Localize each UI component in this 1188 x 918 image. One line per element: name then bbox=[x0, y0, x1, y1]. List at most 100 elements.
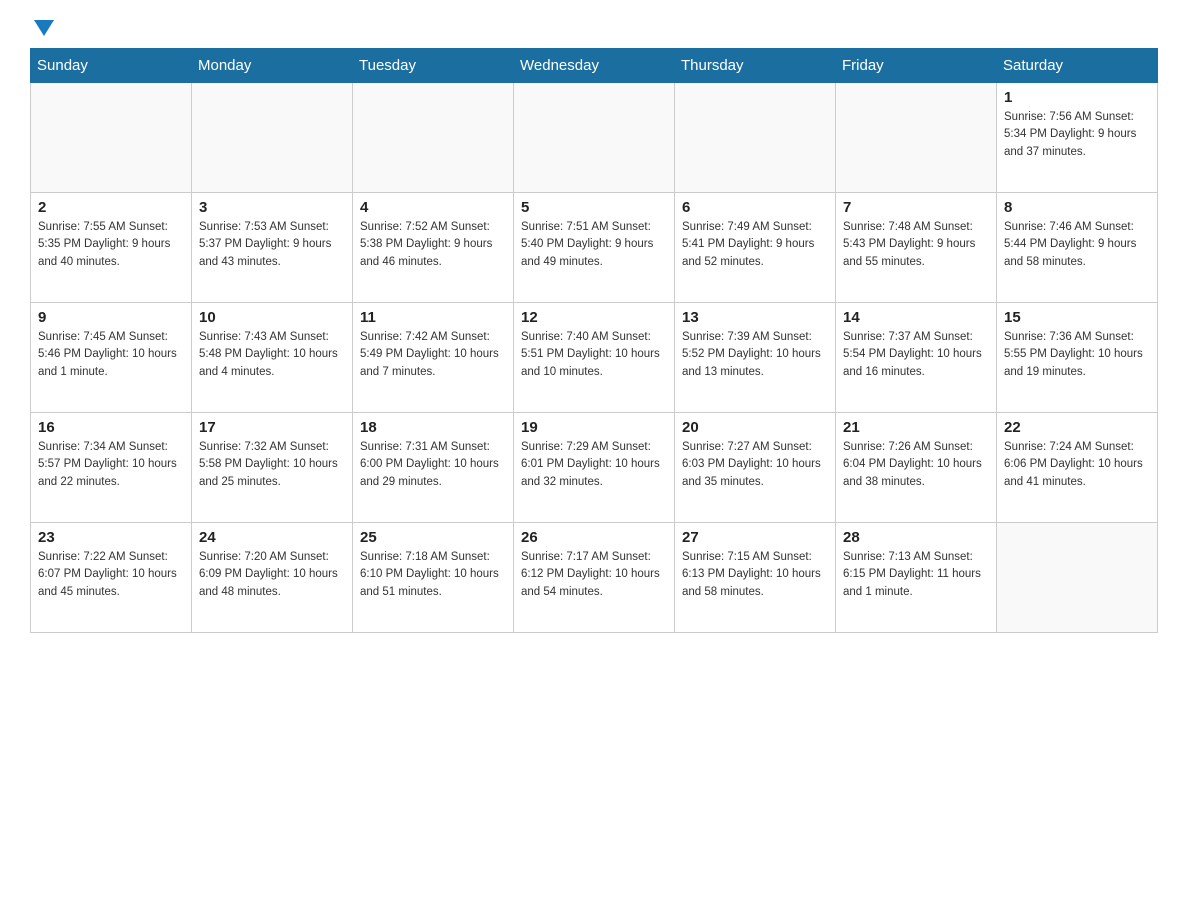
calendar-cell: 18 Sunrise: 7:31 AM Sunset: 6:00 PM Dayli… bbox=[353, 413, 514, 523]
day-detail: Sunrise: 7:24 AM Sunset: 6:06 PM Dayligh… bbox=[1004, 439, 1150, 491]
day-number: 4 bbox=[360, 199, 506, 216]
calendar-cell bbox=[514, 83, 675, 193]
day-number: 1 bbox=[1004, 89, 1150, 106]
day-number: 13 bbox=[682, 309, 828, 326]
calendar-week-1: 1 Sunrise: 7:56 AM Sunset: 5:34 PM Daylig… bbox=[31, 83, 1158, 193]
calendar-cell: 7 Sunrise: 7:48 AM Sunset: 5:43 PM Daylig… bbox=[836, 193, 997, 303]
calendar-cell: 14 Sunrise: 7:37 AM Sunset: 5:54 PM Dayli… bbox=[836, 303, 997, 413]
calendar-cell: 5 Sunrise: 7:51 AM Sunset: 5:40 PM Daylig… bbox=[514, 193, 675, 303]
day-number: 8 bbox=[1004, 199, 1150, 216]
calendar-week-3: 9Sunrise: 7:45 AM Sunset: 5:46 PM Daylig… bbox=[31, 303, 1158, 413]
day-detail: Sunrise: 7:53 AM Sunset: 5:37 PM Dayligh… bbox=[199, 219, 345, 271]
weekday-header-friday: Friday bbox=[836, 49, 997, 83]
day-number: 17 bbox=[199, 419, 345, 436]
calendar-table: SundayMondayTuesdayWednesdayThursdayFrid… bbox=[30, 48, 1158, 633]
day-number: 2 bbox=[38, 199, 184, 216]
calendar-cell: 17 Sunrise: 7:32 AM Sunset: 5:58 PM Dayli… bbox=[192, 413, 353, 523]
day-detail: Sunrise: 7:36 AM Sunset: 5:55 PM Dayligh… bbox=[1004, 329, 1150, 381]
day-detail: Sunrise: 7:13 AM Sunset: 6:15 PM Dayligh… bbox=[843, 549, 989, 601]
logo bbox=[30, 20, 54, 38]
day-number: 22 bbox=[1004, 419, 1150, 436]
day-number: 16 bbox=[38, 419, 184, 436]
day-detail: Sunrise: 7:29 AM Sunset: 6:01 PM Dayligh… bbox=[521, 439, 667, 491]
calendar-cell bbox=[997, 523, 1158, 633]
calendar-cell: 24 Sunrise: 7:20 AM Sunset: 6:09 PM Dayli… bbox=[192, 523, 353, 633]
day-detail: Sunrise: 7:39 AM Sunset: 5:52 PM Dayligh… bbox=[682, 329, 828, 381]
weekday-header-thursday: Thursday bbox=[675, 49, 836, 83]
calendar-cell bbox=[836, 83, 997, 193]
day-number: 18 bbox=[360, 419, 506, 436]
day-number: 19 bbox=[521, 419, 667, 436]
weekday-header-saturday: Saturday bbox=[997, 49, 1158, 83]
day-number: 21 bbox=[843, 419, 989, 436]
day-detail: Sunrise: 7:49 AM Sunset: 5:41 PM Dayligh… bbox=[682, 219, 828, 271]
day-detail: Sunrise: 7:51 AM Sunset: 5:40 PM Dayligh… bbox=[521, 219, 667, 271]
calendar-cell: 13 Sunrise: 7:39 AM Sunset: 5:52 PM Dayli… bbox=[675, 303, 836, 413]
calendar-week-5: 23 Sunrise: 7:22 AM Sunset: 6:07 PM Dayli… bbox=[31, 523, 1158, 633]
weekday-header-monday: Monday bbox=[192, 49, 353, 83]
day-number: 20 bbox=[682, 419, 828, 436]
day-number: 14 bbox=[843, 309, 989, 326]
calendar-week-2: 2 Sunrise: 7:55 AM Sunset: 5:35 PM Daylig… bbox=[31, 193, 1158, 303]
calendar-cell bbox=[353, 83, 514, 193]
day-detail: Sunrise: 7:40 AM Sunset: 5:51 PM Dayligh… bbox=[521, 329, 667, 381]
day-number: 15 bbox=[1004, 309, 1150, 326]
day-number: 6 bbox=[682, 199, 828, 216]
calendar-cell: 4 Sunrise: 7:52 AM Sunset: 5:38 PM Daylig… bbox=[353, 193, 514, 303]
calendar-cell: 25 Sunrise: 7:18 AM Sunset: 6:10 PM Dayli… bbox=[353, 523, 514, 633]
day-detail: Sunrise: 7:48 AM Sunset: 5:43 PM Dayligh… bbox=[843, 219, 989, 271]
logo-triangle-icon bbox=[34, 20, 54, 36]
day-detail: Sunrise: 7:37 AM Sunset: 5:54 PM Dayligh… bbox=[843, 329, 989, 381]
day-number: 7 bbox=[843, 199, 989, 216]
day-detail: Sunrise: 7:42 AM Sunset: 5:49 PM Dayligh… bbox=[360, 329, 506, 381]
calendar-cell: 16 Sunrise: 7:34 AM Sunset: 5:57 PM Dayli… bbox=[31, 413, 192, 523]
day-detail: Sunrise: 7:22 AM Sunset: 6:07 PM Dayligh… bbox=[38, 549, 184, 601]
calendar-week-4: 16 Sunrise: 7:34 AM Sunset: 5:57 PM Dayli… bbox=[31, 413, 1158, 523]
calendar-cell: 15 Sunrise: 7:36 AM Sunset: 5:55 PM Dayli… bbox=[997, 303, 1158, 413]
calendar-cell: 3 Sunrise: 7:53 AM Sunset: 5:37 PM Daylig… bbox=[192, 193, 353, 303]
calendar-cell bbox=[192, 83, 353, 193]
day-detail: Sunrise: 7:26 AM Sunset: 6:04 PM Dayligh… bbox=[843, 439, 989, 491]
weekday-header-sunday: Sunday bbox=[31, 49, 192, 83]
day-number: 11 bbox=[360, 309, 506, 326]
page-header bbox=[30, 20, 1158, 38]
day-number: 25 bbox=[360, 529, 506, 546]
day-detail: Sunrise: 7:15 AM Sunset: 6:13 PM Dayligh… bbox=[682, 549, 828, 601]
calendar-cell: 28Sunrise: 7:13 AM Sunset: 6:15 PM Dayli… bbox=[836, 523, 997, 633]
calendar-cell: 27 Sunrise: 7:15 AM Sunset: 6:13 PM Dayli… bbox=[675, 523, 836, 633]
calendar-cell: 19 Sunrise: 7:29 AM Sunset: 6:01 PM Dayli… bbox=[514, 413, 675, 523]
calendar-cell: 26Sunrise: 7:17 AM Sunset: 6:12 PM Dayli… bbox=[514, 523, 675, 633]
day-detail: Sunrise: 7:34 AM Sunset: 5:57 PM Dayligh… bbox=[38, 439, 184, 491]
day-number: 27 bbox=[682, 529, 828, 546]
calendar-cell: 8 Sunrise: 7:46 AM Sunset: 5:44 PM Daylig… bbox=[997, 193, 1158, 303]
calendar-cell: 6 Sunrise: 7:49 AM Sunset: 5:41 PM Daylig… bbox=[675, 193, 836, 303]
calendar-cell: 22 Sunrise: 7:24 AM Sunset: 6:06 PM Dayli… bbox=[997, 413, 1158, 523]
day-detail: Sunrise: 7:55 AM Sunset: 5:35 PM Dayligh… bbox=[38, 219, 184, 271]
day-detail: Sunrise: 7:20 AM Sunset: 6:09 PM Dayligh… bbox=[199, 549, 345, 601]
day-number: 12 bbox=[521, 309, 667, 326]
day-detail: Sunrise: 7:31 AM Sunset: 6:00 PM Dayligh… bbox=[360, 439, 506, 491]
calendar-cell bbox=[31, 83, 192, 193]
weekday-header-wednesday: Wednesday bbox=[514, 49, 675, 83]
day-detail: Sunrise: 7:56 AM Sunset: 5:34 PM Dayligh… bbox=[1004, 109, 1150, 161]
day-detail: Sunrise: 7:52 AM Sunset: 5:38 PM Dayligh… bbox=[360, 219, 506, 271]
day-detail: Sunrise: 7:46 AM Sunset: 5:44 PM Dayligh… bbox=[1004, 219, 1150, 271]
day-detail: Sunrise: 7:32 AM Sunset: 5:58 PM Dayligh… bbox=[199, 439, 345, 491]
day-detail: Sunrise: 7:27 AM Sunset: 6:03 PM Dayligh… bbox=[682, 439, 828, 491]
calendar-cell bbox=[675, 83, 836, 193]
day-detail: Sunrise: 7:43 AM Sunset: 5:48 PM Dayligh… bbox=[199, 329, 345, 381]
calendar-cell: 21 Sunrise: 7:26 AM Sunset: 6:04 PM Dayli… bbox=[836, 413, 997, 523]
calendar-cell: 9Sunrise: 7:45 AM Sunset: 5:46 PM Daylig… bbox=[31, 303, 192, 413]
calendar-cell: 2 Sunrise: 7:55 AM Sunset: 5:35 PM Daylig… bbox=[31, 193, 192, 303]
calendar-cell: 12 Sunrise: 7:40 AM Sunset: 5:51 PM Dayli… bbox=[514, 303, 675, 413]
calendar-cell: 1 Sunrise: 7:56 AM Sunset: 5:34 PM Daylig… bbox=[997, 83, 1158, 193]
day-number: 3 bbox=[199, 199, 345, 216]
day-number: 24 bbox=[199, 529, 345, 546]
weekday-header-tuesday: Tuesday bbox=[353, 49, 514, 83]
calendar-cell: 20 Sunrise: 7:27 AM Sunset: 6:03 PM Dayli… bbox=[675, 413, 836, 523]
day-number: 23 bbox=[38, 529, 184, 546]
weekday-header-row: SundayMondayTuesdayWednesdayThursdayFrid… bbox=[31, 49, 1158, 83]
day-detail: Sunrise: 7:17 AM Sunset: 6:12 PM Dayligh… bbox=[521, 549, 667, 601]
day-detail: Sunrise: 7:18 AM Sunset: 6:10 PM Dayligh… bbox=[360, 549, 506, 601]
day-number: 5 bbox=[521, 199, 667, 216]
